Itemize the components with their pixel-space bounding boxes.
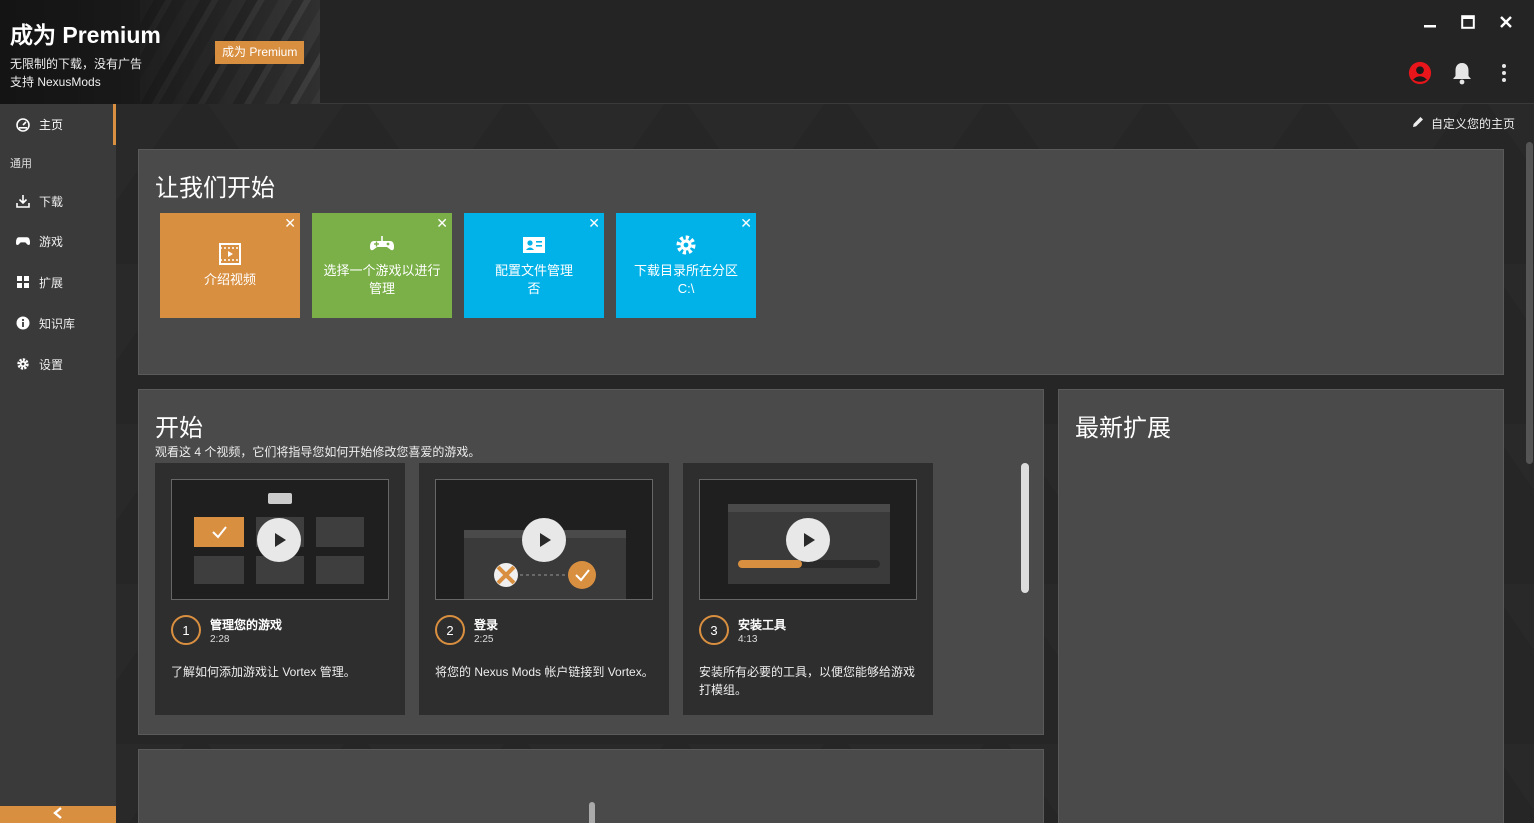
get-started-panel: 让我们开始 ✕ 介绍视频 ✕ 选择一个游戏以进行管理 ✕ 配置文件管理 否 ✕ …: [138, 149, 1504, 375]
video-description: 将您的 Nexus Mods 帐户链接到 Vortex。: [435, 665, 654, 679]
video-card-login[interactable]: 2 登录 2:25 将您的 Nexus Mods 帐户链接到 Vortex。: [419, 463, 669, 715]
sidebar-section-general: 通用: [10, 158, 32, 170]
go-premium-button[interactable]: 成为 Premium: [215, 41, 305, 64]
video-title: 安装工具: [738, 618, 787, 632]
latest-extensions-panel: 最新扩展: [1058, 389, 1504, 823]
tile-value: 否: [527, 280, 541, 296]
premium-line-1: 无限制的下载，没有广告: [10, 57, 143, 71]
more-vertical-icon[interactable]: [1492, 60, 1516, 86]
video-duration: 2:28: [210, 634, 230, 645]
start-title: 开始: [155, 415, 203, 442]
info-icon: [16, 316, 30, 330]
premium-subtitle: 无限制的下载，没有广告 支持 NexusMods: [10, 55, 142, 91]
sidebar-item-extensions[interactable]: 扩展: [0, 267, 116, 297]
main-dashboard: 自定义您的主页 让我们开始 ✕ 介绍视频 ✕ 选择一个游戏以进行管理 ✕ 配置文…: [116, 104, 1534, 823]
profile-icon[interactable]: [1408, 60, 1432, 86]
gamepad-icon: [16, 234, 30, 248]
latest-extensions-title: 最新扩展: [1075, 415, 1171, 442]
sidebar-item-downloads[interactable]: 下载: [0, 186, 116, 216]
tile-label: 配置文件管理: [494, 262, 573, 278]
tile-select-game[interactable]: ✕ 选择一个游戏以进行管理: [312, 213, 452, 318]
sidebar-item-settings[interactable]: 设置: [0, 349, 116, 379]
customize-dashboard-button[interactable]: 自定义您的主页: [1411, 115, 1515, 132]
tile-value: C:\: [677, 280, 695, 296]
tile-label: 选择一个游戏以进行管理: [323, 262, 441, 296]
collapse-sidebar-button[interactable]: [0, 806, 116, 823]
profile-card-icon: [522, 234, 546, 256]
play-icon[interactable]: [786, 518, 830, 562]
video-card-install-tools[interactable]: 3 安装工具 4:13 安装所有必要的工具，以便您能够给游戏打模组。: [683, 463, 933, 715]
video-title: 登录: [474, 618, 499, 632]
step-number: 2: [435, 615, 465, 645]
sidebar: 主页 通用 下载 游戏 扩展 知识库 设置: [0, 104, 116, 823]
sidebar-item-knowledge-base[interactable]: 知识库: [0, 308, 116, 338]
sidebar-item-label: 扩展: [39, 275, 64, 290]
top-actions: [1408, 60, 1516, 86]
start-subtitle: 观看这 4 个视频，它们将指导您如何开始修改您喜爱的游戏。: [155, 445, 481, 459]
bottom-panel-scrollbar[interactable]: [589, 802, 595, 823]
main-scrollbar[interactable]: [1526, 142, 1533, 464]
tile-label: 介绍视频: [203, 271, 256, 287]
video-thumbnail[interactable]: [435, 479, 653, 600]
tile-profile-management[interactable]: ✕ 配置文件管理 否: [464, 213, 604, 318]
video-card-manage-games[interactable]: 1 管理您的游戏 2:28 了解如何添加游戏让 Vortex 管理。: [155, 463, 405, 715]
customize-label: 自定义您的主页: [1430, 117, 1515, 131]
vortex-app: 成为 Premium 无限制的下载，没有广告 支持 NexusMods 成为 P…: [0, 0, 1534, 823]
sidebar-item-label: 游戏: [39, 234, 64, 249]
title-bar: 成为 Premium 无限制的下载，没有广告 支持 NexusMods 成为 P…: [0, 0, 1534, 104]
tile-label: 下载目录所在分区: [633, 262, 738, 278]
pencil-icon: [1411, 115, 1425, 132]
close-icon[interactable]: ✕: [588, 216, 600, 230]
chevron-left-icon: [53, 806, 63, 823]
close-icon[interactable]: ✕: [740, 216, 752, 230]
video-thumbnail[interactable]: [699, 479, 917, 600]
sidebar-item-label: 知识库: [39, 316, 76, 331]
start-videos-panel: 开始 观看这 4 个视频，它们将指导您如何开始修改您喜爱的游戏。 1 管理您的游…: [138, 389, 1044, 735]
video-duration: 4:13: [738, 634, 758, 645]
video-description: 了解如何添加游戏让 Vortex 管理。: [171, 665, 356, 679]
bell-icon[interactable]: [1450, 60, 1474, 86]
film-icon: [218, 242, 242, 265]
video-description: 安装所有必要的工具，以便您能够给游戏打模组。: [699, 665, 916, 697]
window-controls: [1420, 12, 1516, 32]
get-started-title: 让我们开始: [155, 175, 275, 202]
sidebar-item-label: 设置: [39, 357, 64, 372]
play-icon[interactable]: [257, 518, 301, 562]
download-icon: [16, 194, 30, 208]
maximize-icon[interactable]: [1458, 12, 1478, 32]
sidebar-item-home[interactable]: 主页: [0, 104, 116, 145]
tile-download-partition[interactable]: ✕ 下载目录所在分区 C:\: [616, 213, 756, 318]
premium-line-2: 支持 NexusMods: [10, 75, 101, 89]
close-icon[interactable]: ✕: [284, 216, 296, 230]
tile-intro-video[interactable]: ✕ 介绍视频: [160, 213, 300, 318]
play-icon[interactable]: [522, 518, 566, 562]
gear-icon: [675, 234, 697, 256]
videos-scrollbar[interactable]: [1021, 463, 1029, 593]
step-number: 1: [171, 615, 201, 645]
sidebar-item-label: 主页: [39, 118, 64, 132]
step-number: 3: [699, 615, 729, 645]
dashboard-icon: [16, 117, 30, 132]
minimize-icon[interactable]: [1420, 12, 1440, 32]
premium-banner[interactable]: 成为 Premium 无限制的下载，没有广告 支持 NexusMods 成为 P…: [0, 0, 320, 104]
sidebar-item-label: 下载: [39, 194, 64, 209]
gamepad-icon: [369, 234, 395, 256]
close-icon[interactable]: ✕: [436, 216, 448, 230]
video-title: 管理您的游戏: [210, 618, 283, 632]
bottom-panel: [138, 749, 1044, 823]
gear-icon: [16, 357, 30, 371]
video-duration: 2:25: [474, 634, 494, 645]
extensions-icon: [16, 275, 30, 289]
close-icon[interactable]: [1496, 12, 1516, 32]
sidebar-item-games[interactable]: 游戏: [0, 226, 116, 256]
video-thumbnail[interactable]: [171, 479, 389, 600]
premium-title: 成为 Premium: [10, 22, 161, 48]
